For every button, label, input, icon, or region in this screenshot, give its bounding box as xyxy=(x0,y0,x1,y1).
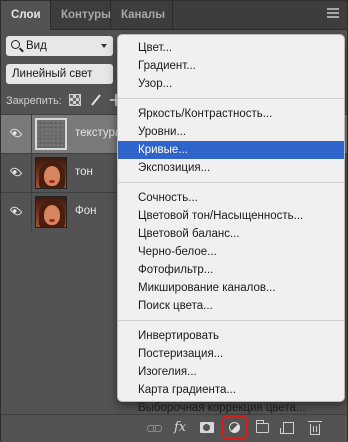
menu-item[interactable]: Узор... xyxy=(118,75,344,93)
new-adjustment-layer-button[interactable] xyxy=(222,416,247,439)
menu-item[interactable]: Яркость/Контрастность... xyxy=(118,105,344,123)
layer-thumbnail xyxy=(35,157,67,189)
menu-item[interactable]: Экспозиция... xyxy=(118,159,344,177)
visibility-toggle[interactable] xyxy=(1,154,32,192)
search-icon xyxy=(11,40,20,49)
adjustment-layer-menu: Цвет... Градиент... Узор... Яркость/Контрас… xyxy=(117,34,345,414)
menu-item[interactable]: Изогелия... xyxy=(118,363,344,381)
layer-name: текстура xyxy=(75,127,122,139)
new-layer-icon[interactable] xyxy=(280,422,294,434)
menu-separator xyxy=(118,98,344,99)
menu-item[interactable]: Постеризация... xyxy=(118,345,344,363)
layer-thumbnail xyxy=(35,118,67,150)
visibility-toggle[interactable] xyxy=(1,193,32,231)
menu-separator xyxy=(118,182,344,183)
menu-item[interactable]: Сочность... xyxy=(118,189,344,207)
layers-bottom-toolbar: fx xyxy=(1,414,347,442)
adjustment-layer-icon xyxy=(229,422,240,433)
menu-item[interactable]: Цветовой баланс... xyxy=(118,225,344,243)
menu-item[interactable]: Цвет... xyxy=(118,39,344,57)
blend-mode-select[interactable]: Линейный свет xyxy=(6,64,113,84)
delete-layer-trash-icon[interactable] xyxy=(308,421,322,435)
tab-channels[interactable]: Каналы xyxy=(111,1,173,29)
lock-image-pixels-icon[interactable] xyxy=(90,94,102,106)
blend-mode-value: Линейный свет xyxy=(12,68,93,80)
menu-item[interactable]: Карта градиента... xyxy=(118,381,344,399)
menu-item[interactable]: Выборочная коррекция цвета... xyxy=(118,399,344,417)
visibility-toggle[interactable] xyxy=(1,115,32,153)
menu-item[interactable]: Инвертировать xyxy=(118,327,344,345)
menu-item[interactable]: Уровни... xyxy=(118,123,344,141)
filter-value: Вид xyxy=(26,40,47,52)
layer-style-button[interactable]: fx xyxy=(174,421,186,435)
eye-icon xyxy=(9,165,23,179)
menu-item[interactable]: Фотофильтр... xyxy=(118,261,344,279)
menu-item[interactable]: Кривые... xyxy=(118,141,344,159)
eye-icon xyxy=(9,204,23,218)
layer-thumbnail xyxy=(35,196,67,228)
menu-item[interactable]: Цветовой тон/Насыщенность... xyxy=(118,207,344,225)
panel-tab-bar: Слои Контуры Каналы xyxy=(1,1,347,30)
add-mask-icon[interactable] xyxy=(200,422,214,433)
chevron-down-icon xyxy=(101,44,107,48)
menu-item[interactable]: Поиск цвета... xyxy=(118,297,344,315)
layer-filter-select[interactable]: Вид xyxy=(6,36,113,56)
tab-layers[interactable]: Слои xyxy=(1,1,51,30)
menu-separator xyxy=(118,320,344,321)
link-layers-icon[interactable] xyxy=(147,421,162,435)
new-group-folder-icon[interactable] xyxy=(256,420,269,433)
menu-item[interactable]: Микширование каналов... xyxy=(118,279,344,297)
layer-name: Фон xyxy=(75,205,97,217)
tab-paths[interactable]: Контуры xyxy=(51,1,111,29)
lock-label: Закрепить: xyxy=(6,95,62,107)
layer-name: тон xyxy=(75,166,93,178)
lock-transparent-pixels-icon[interactable] xyxy=(69,94,81,106)
eye-icon xyxy=(9,126,23,140)
menu-item[interactable]: Черно-белое... xyxy=(118,243,344,261)
menu-item[interactable]: Градиент... xyxy=(118,57,344,75)
panel-menu-icon[interactable] xyxy=(327,8,339,20)
